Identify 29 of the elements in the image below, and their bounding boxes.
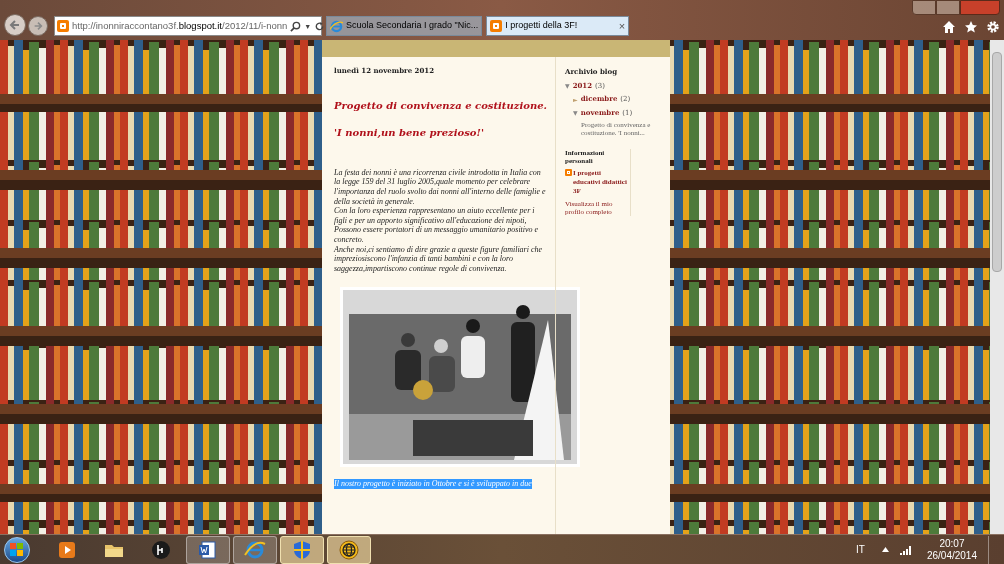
- blog-icon: [490, 20, 503, 32]
- close-tab-icon[interactable]: ×: [618, 20, 626, 32]
- browser-tab[interactable]: I progetti della 3F! ×: [486, 16, 630, 36]
- minimize-button[interactable]: [912, 0, 936, 15]
- back-arrow-icon: [9, 19, 21, 31]
- signal-icon[interactable]: [899, 544, 912, 555]
- shield-icon: [291, 538, 313, 561]
- taskbar-button[interactable]: [280, 535, 324, 564]
- show-hidden-icons-icon[interactable]: [881, 547, 889, 552]
- language-indicator[interactable]: IT: [856, 542, 865, 557]
- star-icon[interactable]: [964, 20, 978, 34]
- tab-label: Scuola Secondaria I grado "Nic...: [346, 19, 479, 33]
- blog-icon: [57, 20, 69, 32]
- windows-logo-icon: [10, 542, 24, 557]
- forward-button[interactable]: [28, 16, 48, 36]
- browser-tab[interactable]: Scuola Secondaria I grado "Nic...: [326, 16, 483, 36]
- restore-button[interactable]: [936, 0, 960, 15]
- start-button[interactable]: [4, 536, 30, 563]
- settings-icon[interactable]: [986, 20, 1000, 34]
- clock[interactable]: 20:07 26/04/2014: [926, 537, 977, 562]
- refresh-icon[interactable]: [314, 20, 326, 32]
- taskbar-button[interactable]: [327, 535, 371, 564]
- back-button[interactable]: [4, 14, 26, 36]
- home-icon[interactable]: [942, 20, 956, 34]
- forward-arrow-icon: [33, 21, 43, 31]
- tab-label: I progetti della 3F!: [505, 19, 579, 33]
- url-text: http://inonniraccontano3f.blogspot.it/2012/11/i-nonn: [72, 18, 288, 33]
- globe-icon: [338, 538, 360, 561]
- search-icon[interactable]: [290, 20, 302, 32]
